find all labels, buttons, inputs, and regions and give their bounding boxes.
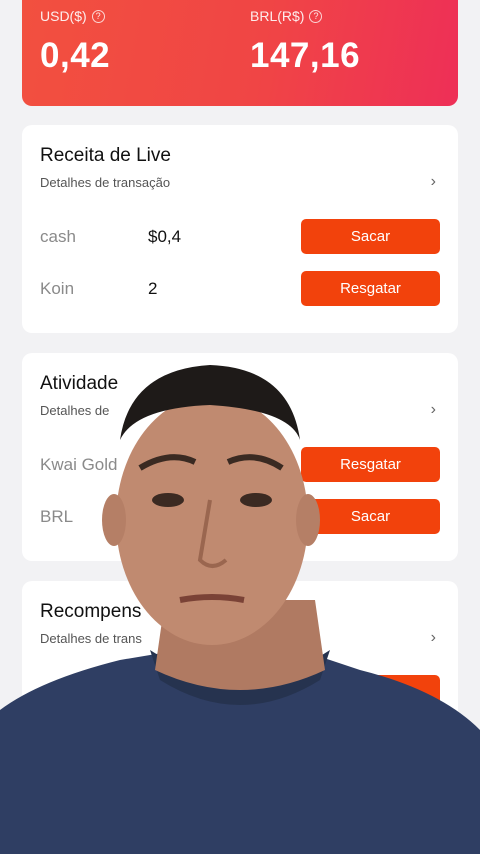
balance-card: USD($) ? 0,42 BRL(R$) ? 147,16 [22,0,458,106]
chevron-right-icon[interactable]: › [431,401,436,419]
chevron-right-icon[interactable]: › [431,173,436,191]
transaction-details-link[interactable]: Detalhes de transação [40,175,170,190]
card-title: Atividade [40,373,119,394]
brl-label: BRL(R$) [250,8,305,24]
koin-label: Koin [40,279,75,298]
kwai-gold-label: Kwai Gold [40,455,118,474]
rewards-action-button[interactable] [301,675,440,710]
card-title: Receita de Live [40,145,171,166]
usd-balance: USD($) ? 0,42 [40,8,110,76]
usd-value: 0,42 [40,36,111,75]
redeem-kwai-gold-button[interactable]: Resgatar [301,447,440,482]
transaction-details-link[interactable]: Detalhes de [40,403,109,418]
withdraw-cash-button[interactable]: Sacar [301,219,440,254]
cash-value: $0,4 [148,227,182,246]
koin-value: 2 [148,279,158,298]
redeem-koin-button[interactable]: Resgatar [301,271,440,306]
activity-card: Atividade Detalhes de › Kwai Gold Resgat… [22,353,458,561]
rewards-card: Recompens Detalhes de trans › BRL [22,581,458,781]
brl-value: 147,16 [250,36,361,75]
usd-label: USD($) [40,8,87,24]
brl-label: BRL [40,683,74,702]
question-circle-icon[interactable]: ? [309,9,323,23]
brl-balance: BRL(R$) ? 147,16 [250,8,360,76]
live-revenue-card: Receita de Live Detalhes de transação › … [22,125,458,333]
brl-label: BRL [40,507,74,526]
question-circle-icon[interactable]: ? [91,9,105,23]
chevron-right-icon[interactable]: › [431,629,436,647]
cash-label: cash [40,227,76,246]
card-title: Recompens [40,601,142,622]
transaction-details-link[interactable]: Detalhes de trans [40,631,142,646]
withdraw-brl-button[interactable]: Sacar [301,499,440,534]
